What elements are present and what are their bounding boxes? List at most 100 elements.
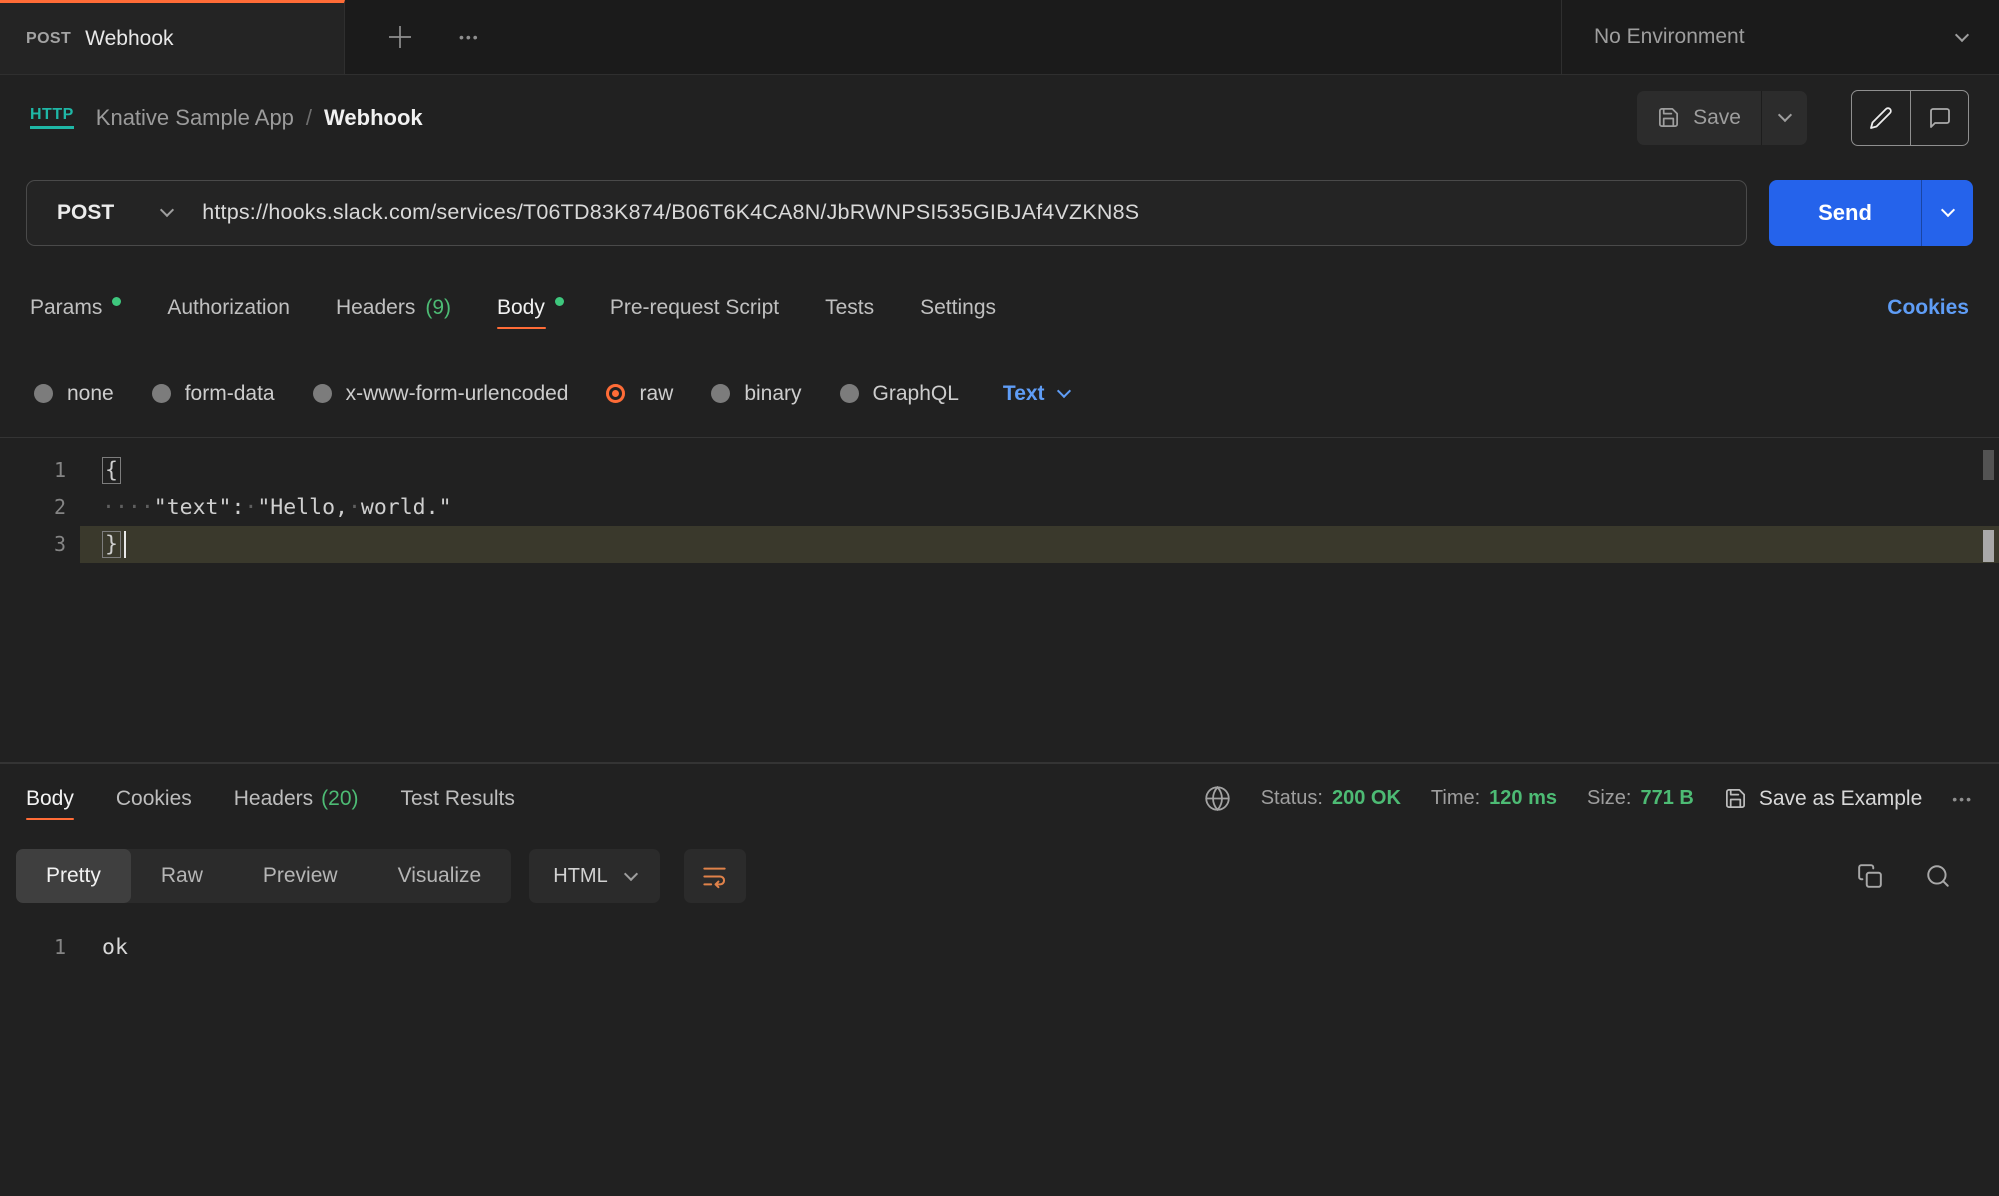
whitespace-dot: · <box>348 495 361 520</box>
tab-body[interactable]: Body <box>497 265 564 350</box>
headers-count: (9) <box>425 296 451 320</box>
line-number: 1 <box>0 929 80 966</box>
request-tab[interactable]: POST Webhook <box>0 0 345 74</box>
send-options-button[interactable] <box>1921 180 1973 246</box>
status-stat: Status: 200 OK <box>1261 787 1401 810</box>
whitespace-dots: ···· <box>102 495 154 520</box>
search-response-button[interactable] <box>1925 863 1951 889</box>
url-input[interactable]: https://hooks.slack.com/services/T06TD83… <box>202 200 1139 225</box>
tab-params[interactable]: Params <box>30 265 121 350</box>
tab-tests[interactable]: Tests <box>825 265 874 350</box>
time-label: Time: <box>1431 787 1480 810</box>
breadcrumb-collection[interactable]: Knative Sample App <box>96 105 294 131</box>
open-brace: { <box>102 457 121 484</box>
body-type-raw[interactable]: raw <box>606 382 673 406</box>
body-type-raw-label: raw <box>639 382 673 406</box>
tab-body-label: Body <box>497 296 545 320</box>
body-type-form-data-label: form-data <box>185 382 275 406</box>
edit-request-button[interactable] <box>1852 91 1910 145</box>
wrap-lines-button[interactable] <box>684 849 746 903</box>
network-globe-icon[interactable] <box>1204 785 1231 812</box>
tab-options-button[interactable]: ••• <box>459 29 480 45</box>
response-body-viewer: 1 ok <box>0 919 1999 966</box>
body-type-graphql[interactable]: GraphQL <box>840 382 959 406</box>
response-line-1: 1 ok <box>0 929 1999 966</box>
response-headers-count: (20) <box>321 787 358 811</box>
view-raw-button[interactable]: Raw <box>131 849 233 903</box>
text-cursor <box>124 531 126 558</box>
body-type-none[interactable]: none <box>34 382 114 406</box>
line-number: 3 <box>0 526 80 563</box>
response-tab-test-results[interactable]: Test Results <box>401 764 515 833</box>
tab-authorization[interactable]: Authorization <box>167 265 290 350</box>
body-type-graphql-label: GraphQL <box>873 382 959 406</box>
response-format-label: HTML <box>553 865 607 888</box>
chevron-down-icon <box>1940 203 1954 217</box>
raw-language-selector[interactable]: Text <box>1003 382 1069 406</box>
tab-settings[interactable]: Settings <box>920 265 996 350</box>
comment-icon <box>1928 106 1952 130</box>
http-request-icon: HTTP <box>30 106 74 129</box>
environment-label: No Environment <box>1594 25 1745 49</box>
line-number: 2 <box>0 489 80 526</box>
editor-line-2[interactable]: 2 ····"text":·"Hello,·world." <box>0 489 1999 526</box>
body-type-form-data[interactable]: form-data <box>152 382 275 406</box>
request-header: HTTP Knative Sample App / Webhook Save <box>0 75 1999 160</box>
save-button[interactable]: Save <box>1637 91 1761 145</box>
response-format-selector[interactable]: HTML <box>529 849 659 903</box>
editor-line-1[interactable]: 1 { <box>0 452 1999 489</box>
view-visualize-button[interactable]: Visualize <box>368 849 512 903</box>
request-tabs: Params Authorization Headers (9) Body Pr… <box>0 265 1999 350</box>
response-tab-body-label: Body <box>26 787 74 811</box>
body-type-binary-label: binary <box>744 382 801 406</box>
whitespace-dot: · <box>244 495 257 520</box>
tab-tests-label: Tests <box>825 296 874 320</box>
copy-response-button[interactable] <box>1857 863 1883 889</box>
tab-pre-request-script[interactable]: Pre-request Script <box>610 265 779 350</box>
tab-strip: POST Webhook ••• No Environment <box>0 0 1999 75</box>
editor-scrollbar-thumb[interactable] <box>1983 450 1994 480</box>
save-button-group: Save <box>1637 91 1807 145</box>
tab-pre-request-script-label: Pre-request Script <box>610 296 779 320</box>
editor-line-3-current[interactable]: 3 } <box>0 526 1999 563</box>
new-tab-button[interactable] <box>385 22 415 52</box>
save-as-example-button[interactable]: Save as Example <box>1724 787 1922 811</box>
send-button[interactable]: Send <box>1769 180 1921 246</box>
body-type-row: none form-data x-www-form-urlencoded raw… <box>0 350 1999 437</box>
tab-headers[interactable]: Headers (9) <box>336 265 451 350</box>
response-options-button[interactable]: ••• <box>1952 791 1973 807</box>
body-type-urlencoded-label: x-www-form-urlencoded <box>346 382 569 406</box>
save-options-button[interactable] <box>1761 91 1807 145</box>
more-options-icon: ••• <box>1952 791 1973 807</box>
breadcrumb-request-name[interactable]: Webhook <box>324 105 423 131</box>
tab-authorization-label: Authorization <box>167 296 290 320</box>
url-bar-row: POST https://hooks.slack.com/services/T0… <box>0 160 1999 265</box>
response-tab-cookies-label: Cookies <box>116 787 192 811</box>
body-type-binary[interactable]: binary <box>711 382 801 406</box>
cookies-link[interactable]: Cookies <box>1887 296 1969 320</box>
size-value: 771 B <box>1640 787 1693 810</box>
save-button-label: Save <box>1693 106 1741 130</box>
pencil-icon <box>1869 106 1893 130</box>
tab-headers-label: Headers <box>336 296 415 320</box>
view-pretty-button[interactable]: Pretty <box>16 849 131 903</box>
method-selector[interactable]: POST <box>27 201 202 225</box>
response-tab-body[interactable]: Body <box>26 764 74 833</box>
response-tab-headers[interactable]: Headers (20) <box>234 764 359 833</box>
request-body-editor[interactable]: 1 { 2 ····"text":·"Hello,·world." 3 } <box>0 437 1999 763</box>
request-tools-group <box>1851 90 1969 146</box>
response-tab-cookies[interactable]: Cookies <box>116 764 192 833</box>
body-type-urlencoded[interactable]: x-www-form-urlencoded <box>313 382 569 406</box>
tab-params-label: Params <box>30 296 102 320</box>
postman-window: POST Webhook ••• No Environment HTTP Kna… <box>0 0 1999 1196</box>
text-wrap-icon <box>701 863 728 890</box>
time-value: 120 ms <box>1489 787 1557 810</box>
tab-settings-label: Settings <box>920 296 996 320</box>
radio-selected-icon <box>606 384 625 403</box>
save-as-example-label: Save as Example <box>1759 787 1922 811</box>
comments-button[interactable] <box>1910 91 1968 145</box>
environment-selector[interactable]: No Environment <box>1561 0 1999 74</box>
view-preview-button[interactable]: Preview <box>233 849 368 903</box>
response-text: ok <box>80 929 128 966</box>
url-bar: POST https://hooks.slack.com/services/T0… <box>26 180 1747 246</box>
